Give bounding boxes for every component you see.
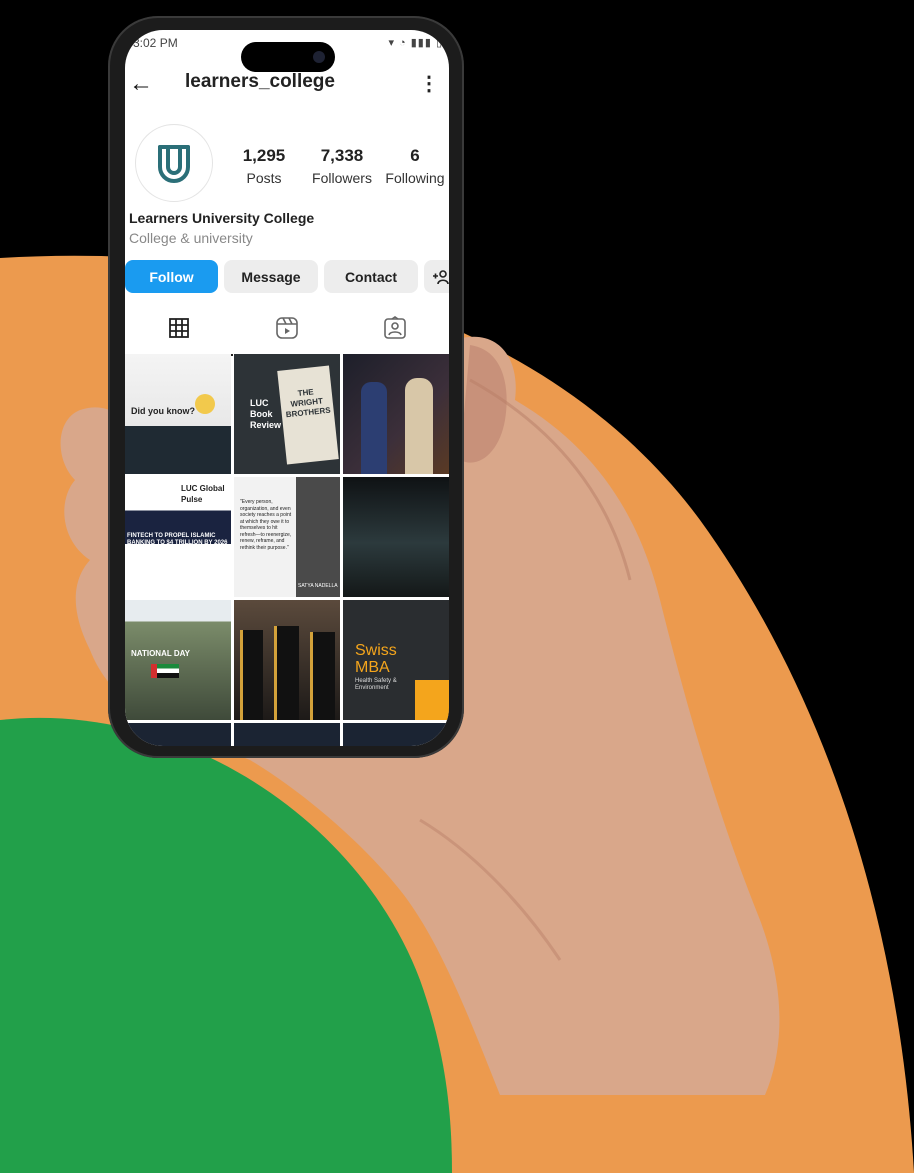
tab-posts-grid[interactable] bbox=[125, 302, 233, 356]
reels-icon bbox=[276, 317, 298, 339]
tagged-icon bbox=[384, 316, 406, 339]
post-9-sub: Health Safety & Environment bbox=[355, 678, 397, 691]
tab-reels[interactable] bbox=[233, 302, 341, 354]
add-person-icon bbox=[433, 269, 449, 284]
post-4-headline: FINTECH TO PROPEL ISLAMIC BANKING TO $4 … bbox=[127, 533, 228, 546]
phone-screen: 3:02 PM ▾ ◔ ▮▮▮ ▯ ← learners_college ⋮ 1… bbox=[125, 30, 449, 746]
avatar[interactable] bbox=[135, 124, 213, 202]
post-tile[interactable]: Swiss MBA Health Safety & Environment bbox=[343, 600, 449, 720]
followers-label: Followers bbox=[312, 170, 372, 186]
graduate-figure bbox=[274, 626, 299, 720]
post-tile[interactable] bbox=[343, 354, 449, 474]
posts-stat[interactable]: 1,295 Posts bbox=[225, 146, 303, 186]
followers-stat[interactable]: 7,338 Followers bbox=[303, 146, 381, 186]
status-time: 3:02 PM bbox=[133, 36, 178, 50]
question-icon bbox=[195, 394, 215, 414]
profile-header: ← learners_college ⋮ bbox=[125, 68, 449, 98]
post-1-caption: Did you know? bbox=[131, 406, 195, 416]
graduate-figure bbox=[310, 632, 335, 720]
profile-stats: 1,295 Posts 7,338 Followers 6 Following bbox=[225, 146, 449, 186]
more-options-icon[interactable]: ⋮ bbox=[419, 71, 439, 96]
person-figure bbox=[361, 382, 387, 474]
post-2-book: THE WRIGHT BROTHERS bbox=[285, 387, 331, 420]
following-label: Following bbox=[385, 170, 445, 186]
followers-count: 7,338 bbox=[320, 146, 364, 165]
post-7-text: NATIONAL DAY bbox=[131, 649, 190, 658]
post-4-brand: LUC Global Pulse bbox=[181, 484, 225, 504]
profile-display-name: Learners University College bbox=[129, 210, 315, 226]
post-tile[interactable]: LUC Book Review THE WRIGHT BROTHERS bbox=[234, 354, 340, 474]
post-tile[interactable] bbox=[234, 723, 340, 746]
portrait-image bbox=[296, 477, 340, 597]
post-5-author: SATYA NADELLA bbox=[298, 583, 338, 589]
book-cover: THE WRIGHT BROTHERS bbox=[277, 365, 339, 465]
following-count: 6 bbox=[410, 146, 420, 165]
posts-grid: Did you know? LUC Book Review THE WRIGHT… bbox=[125, 354, 449, 746]
post-5-quote: "Every person, organization, and even so… bbox=[240, 499, 292, 551]
grid-icon bbox=[169, 318, 189, 338]
post-tile[interactable]: Did you know? bbox=[125, 354, 231, 474]
posts-count: 1,295 bbox=[242, 146, 286, 165]
post-tile[interactable] bbox=[343, 723, 449, 746]
uae-flag-icon bbox=[151, 664, 179, 678]
status-icons: ▾ ◔ ▮▮▮ ▯ bbox=[388, 37, 443, 49]
back-arrow-icon[interactable]: ← bbox=[129, 70, 153, 98]
accent-shape bbox=[415, 680, 449, 720]
tab-tagged[interactable] bbox=[341, 302, 449, 354]
post-tile[interactable] bbox=[343, 477, 449, 597]
person-figure bbox=[405, 378, 433, 474]
post-9-title: Swiss MBA bbox=[355, 642, 397, 676]
contact-button[interactable]: Contact bbox=[324, 260, 418, 293]
graduate-figure bbox=[240, 630, 263, 720]
profile-category: College & university bbox=[129, 230, 253, 246]
message-button[interactable]: Message bbox=[224, 260, 318, 293]
college-logo-icon bbox=[158, 145, 190, 183]
post-tile[interactable] bbox=[125, 723, 231, 746]
post-tile[interactable]: "Every person, organization, and even so… bbox=[234, 477, 340, 597]
post-tile[interactable]: LUC Global Pulse FINTECH TO PROPEL ISLAM… bbox=[125, 477, 231, 597]
post-tile[interactable] bbox=[234, 600, 340, 720]
post-2-title: LUC Book Review bbox=[250, 398, 282, 430]
camera-icon bbox=[313, 51, 325, 63]
add-user-button[interactable] bbox=[424, 260, 449, 293]
follow-button[interactable]: Follow bbox=[125, 260, 218, 293]
profile-username: learners_college bbox=[185, 71, 335, 92]
following-stat[interactable]: 6 Following bbox=[381, 146, 449, 186]
profile-tabs bbox=[125, 302, 449, 356]
post-tile[interactable]: NATIONAL DAY bbox=[125, 600, 231, 720]
posts-label: Posts bbox=[246, 170, 282, 186]
